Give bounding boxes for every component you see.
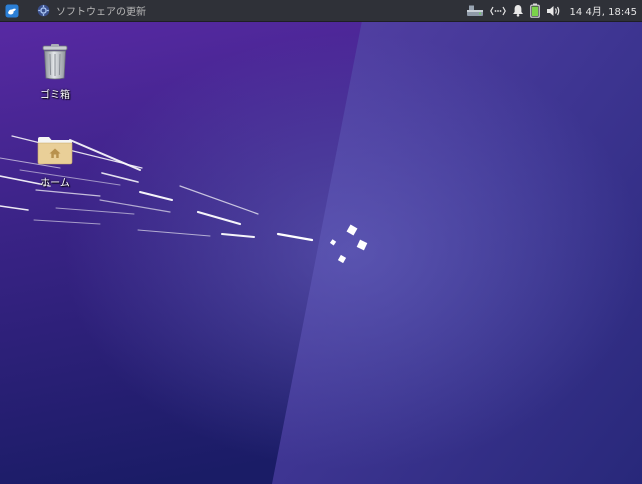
wallpaper: [0, 0, 642, 484]
desktop-screen: ソフトウェアの更新 14 4月, 18:45 ゴミ箱 ホーム: [0, 0, 642, 484]
clock[interactable]: 14 4月, 18:45: [570, 3, 637, 18]
notifications-tray[interactable]: [512, 2, 524, 20]
panel-left: ソフトウェアの更新: [0, 0, 152, 22]
volume-tray[interactable]: [546, 2, 562, 20]
desktop-icon-trash[interactable]: ゴミ箱: [23, 42, 87, 101]
xfce-menu-icon: [5, 4, 19, 17]
taskbar-software-updater[interactable]: ソフトウェアの更新: [28, 1, 152, 21]
desktop-icon-label: ホーム: [40, 178, 70, 189]
removable-drive-tray[interactable]: [466, 2, 484, 20]
software-updater-icon: [36, 4, 50, 18]
trash-icon: [37, 42, 73, 82]
taskbar-item-label: ソフトウェアの更新: [56, 7, 146, 18]
desktop-icon-home[interactable]: ホーム: [23, 130, 87, 189]
network-icon: [489, 6, 506, 15]
applications-menu-button[interactable]: [2, 2, 22, 20]
home-folder-icon: [37, 130, 73, 170]
system-tray: 14 4月, 18:45: [460, 0, 642, 22]
battery-icon: [529, 3, 540, 18]
battery-tray[interactable]: [529, 2, 540, 20]
speaker-volume-icon: [546, 5, 559, 16]
desktop-icon-label: ゴミ箱: [40, 90, 70, 101]
removable-drive-icon: [466, 5, 483, 16]
bell-icon: [512, 5, 523, 17]
network-tray[interactable]: [489, 2, 506, 20]
top-panel: ソフトウェアの更新 14 4月, 18:45: [0, 0, 642, 22]
